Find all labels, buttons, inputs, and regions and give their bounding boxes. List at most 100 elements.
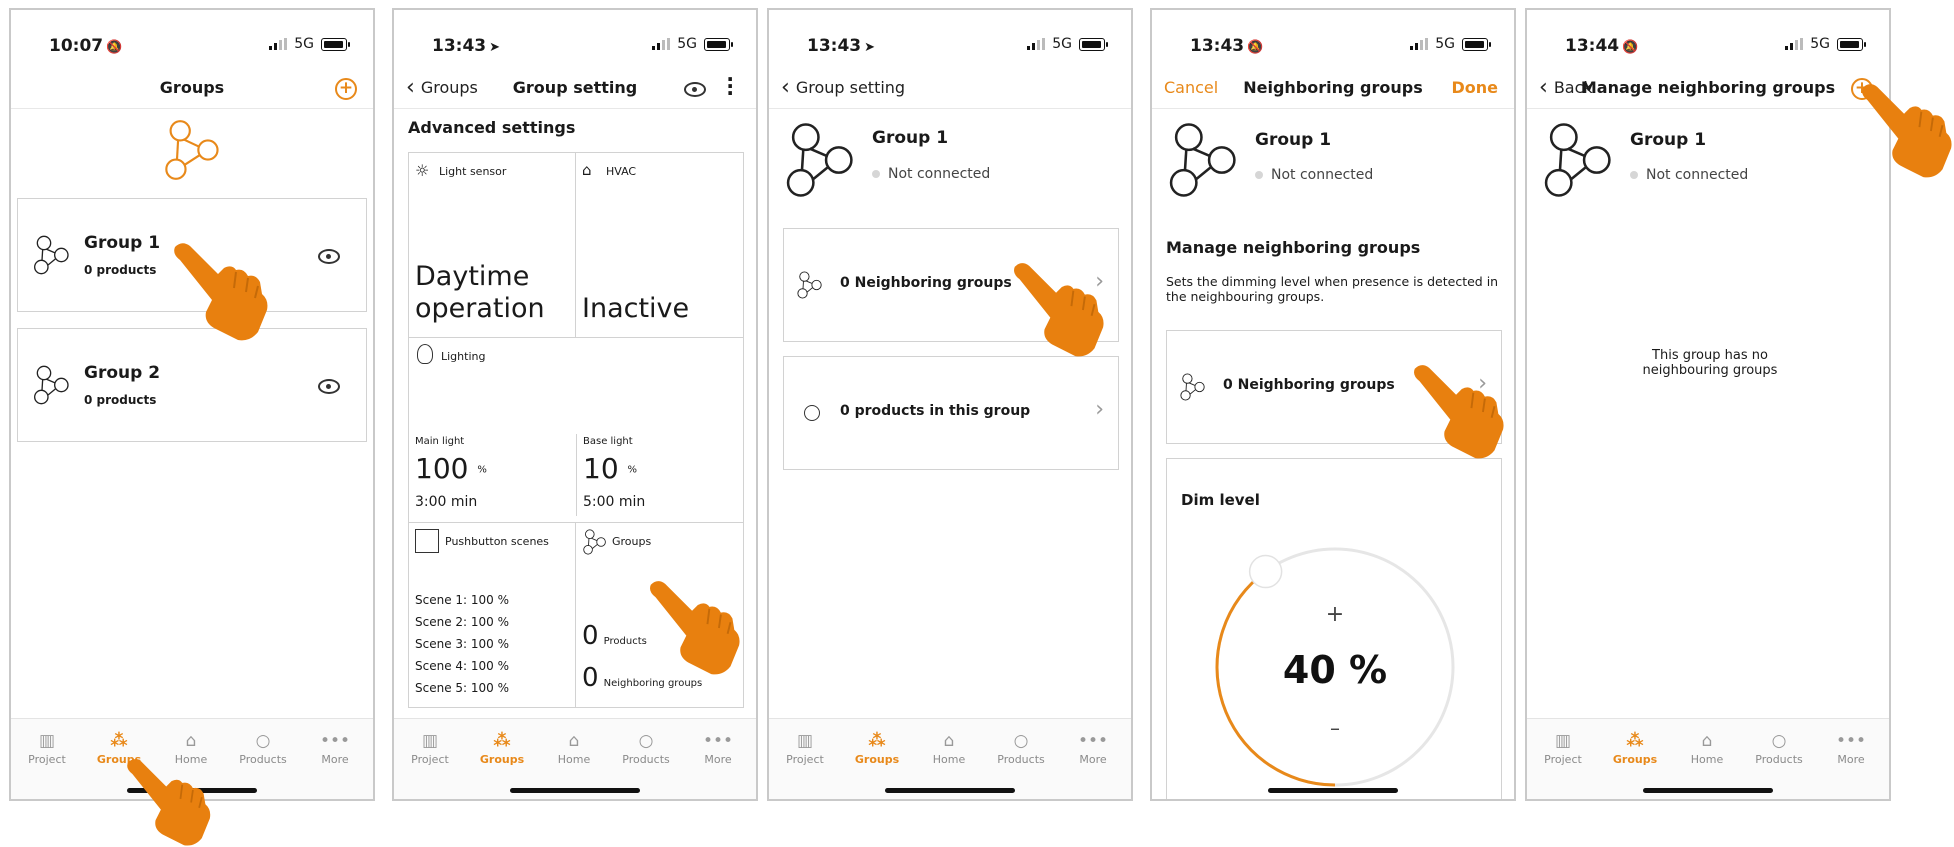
status-time: 13:44 🔕 xyxy=(1565,36,1639,56)
group-icon xyxy=(1541,122,1617,198)
groups-icon: ⁂ xyxy=(493,731,511,751)
bulb-icon xyxy=(417,344,433,364)
dim-level-value: 40 % xyxy=(1283,648,1387,692)
nav-bar: Groups + xyxy=(11,70,373,109)
page-title: Manage neighboring groups xyxy=(1580,78,1836,97)
group-name: Group 2 xyxy=(84,363,161,383)
chevron-left-icon: ‹ xyxy=(406,74,415,100)
pushbutton-icon xyxy=(415,529,439,553)
tab-bar: ▥ Project ⁂ Groups ⌂ Home ○ Products ••• More xyxy=(1527,718,1889,799)
home-icon: ⌂ xyxy=(1701,731,1713,751)
tab-groups[interactable]: ⁂ Groups xyxy=(1605,729,1665,766)
pushbutton-scenes-tile[interactable]: Pushbutton scenes Scene 1: 100 % Scene 2… xyxy=(408,522,576,708)
home-icon: ⌂ xyxy=(568,731,580,751)
connection-status: Not connected xyxy=(872,166,990,182)
home-indicator xyxy=(510,788,640,793)
dial-plus-button[interactable]: + xyxy=(1326,602,1344,627)
status-bar: 13:43 🔕 5G xyxy=(1152,32,1514,64)
done-button[interactable]: Done xyxy=(1451,78,1498,97)
dial-knob[interactable] xyxy=(1248,554,1283,589)
group-icon xyxy=(32,365,72,405)
circle-icon: ○ xyxy=(1013,731,1029,751)
pointer-hand-icon xyxy=(642,580,746,676)
tab-products[interactable]: ○ Products xyxy=(233,729,293,766)
tab-home[interactable]: ⌂ Home xyxy=(919,729,979,766)
pointer-hand-icon xyxy=(118,758,218,847)
tab-products[interactable]: ○ Products xyxy=(1749,729,1809,766)
eye-icon[interactable] xyxy=(318,379,340,394)
battery-icon xyxy=(1462,37,1491,51)
more-icon: ••• xyxy=(1835,731,1867,751)
tab-project[interactable]: ▥ Project xyxy=(400,729,460,766)
eye-icon[interactable] xyxy=(684,82,706,97)
circle-icon: ○ xyxy=(638,731,654,751)
tab-products[interactable]: ○ Products xyxy=(616,729,676,766)
groups-icon: ⁂ xyxy=(1626,731,1644,751)
eye-icon[interactable] xyxy=(318,249,340,264)
hvac-tile[interactable]: ⌂ HVAC Inactive xyxy=(575,152,744,338)
home-indicator xyxy=(1643,788,1773,793)
dim-level-dial[interactable]: + 40 % – xyxy=(1207,539,1463,795)
network-label: 5G xyxy=(294,36,314,52)
back-button[interactable]: ‹ Group setting xyxy=(781,76,905,98)
status-time: 13:43 🔕 xyxy=(1190,36,1264,56)
circle-icon: ○ xyxy=(255,731,271,751)
group-card-2[interactable]: Group 2 0 products xyxy=(17,328,367,442)
tab-home[interactable]: ⌂ Home xyxy=(544,729,604,766)
circle-icon: ○ xyxy=(1771,731,1787,751)
divider xyxy=(576,434,577,516)
group-icon xyxy=(1179,373,1207,401)
light-sensor-tile[interactable]: ☼ Light sensor Daytime operation xyxy=(408,152,576,338)
more-icon: ••• xyxy=(319,731,351,751)
plus-icon: + xyxy=(335,78,357,100)
group-name: Group 1 xyxy=(1255,130,1332,150)
tab-products[interactable]: ○ Products xyxy=(991,729,1051,766)
status-bar: 13:43 ➤ 5G xyxy=(394,32,756,64)
status-time: 13:43 ➤ xyxy=(432,36,501,56)
tab-project[interactable]: ▥ Project xyxy=(1533,729,1593,766)
home-indicator xyxy=(885,788,1015,793)
connection-status: Not connected xyxy=(1630,167,1748,183)
status-bar: 13:43 ➤ 5G xyxy=(769,32,1131,64)
dial-minus-button[interactable]: – xyxy=(1330,716,1340,740)
screen-manage-neighboring-groups: 13:44 🔕 5G ‹ Back Manage neighboring group… xyxy=(1525,8,1891,801)
status-bar: 10:07 🔕 5G xyxy=(11,32,373,64)
tab-groups[interactable]: ⁂ Groups xyxy=(847,729,907,766)
status-dot-icon xyxy=(1630,171,1638,179)
lighting-tile[interactable]: Lighting Main light 100 % 3:00 min Base … xyxy=(408,337,744,523)
screen-group-setting: 13:43 ➤ 5G ‹ Groups Group setting · · · Adva… xyxy=(392,8,758,801)
hvac-value: Inactive xyxy=(582,293,690,324)
group-name: Group 1 xyxy=(872,128,949,148)
tab-more[interactable]: ••• More xyxy=(305,729,365,766)
signal-icon xyxy=(1027,38,1046,50)
building-icon: ▥ xyxy=(38,731,56,751)
nav-bar: ‹ Back Manage neighboring groups + xyxy=(1527,70,1889,109)
tab-groups[interactable]: ⁂ Groups xyxy=(472,729,532,766)
group-name: Group 1 xyxy=(84,233,161,253)
screen-neighboring-groups: 13:43 🔕 5G Cancel Neighboring groups Done… xyxy=(1150,8,1516,801)
tab-project[interactable]: ▥ Project xyxy=(17,729,77,766)
products-row[interactable]: 0 products in this group › xyxy=(783,356,1119,470)
pointer-hand-icon xyxy=(1406,364,1510,460)
building-icon: ▥ xyxy=(421,731,439,751)
home-icon: ⌂ xyxy=(185,731,197,751)
base-light-value: 10 % xyxy=(583,452,638,485)
light-sensor-value: Daytime operation xyxy=(415,261,545,324)
tab-more[interactable]: ••• More xyxy=(1063,729,1123,766)
nav-bar: ‹ Group setting xyxy=(769,70,1131,109)
tab-more[interactable]: ••• More xyxy=(688,729,748,766)
more-vertical-icon[interactable]: · · · xyxy=(726,69,734,103)
signal-icon xyxy=(652,38,671,50)
groups-logo-icon xyxy=(165,120,219,180)
group-icon xyxy=(796,271,824,299)
section-description: Sets the dimming level when presence is … xyxy=(1166,274,1499,304)
tab-project[interactable]: ▥ Project xyxy=(775,729,835,766)
pointer-hand-icon xyxy=(166,242,274,342)
tab-home[interactable]: ⌂ Home xyxy=(1677,729,1737,766)
screen-group-detail: 13:43 ➤ 5G ‹ Group setting Group 1 Not con… xyxy=(767,8,1133,801)
status-dot-icon xyxy=(872,170,880,178)
tab-more[interactable]: ••• More xyxy=(1821,729,1881,766)
group-icon xyxy=(783,122,859,198)
group-icon xyxy=(582,529,608,555)
add-group-button[interactable]: + xyxy=(335,78,357,100)
